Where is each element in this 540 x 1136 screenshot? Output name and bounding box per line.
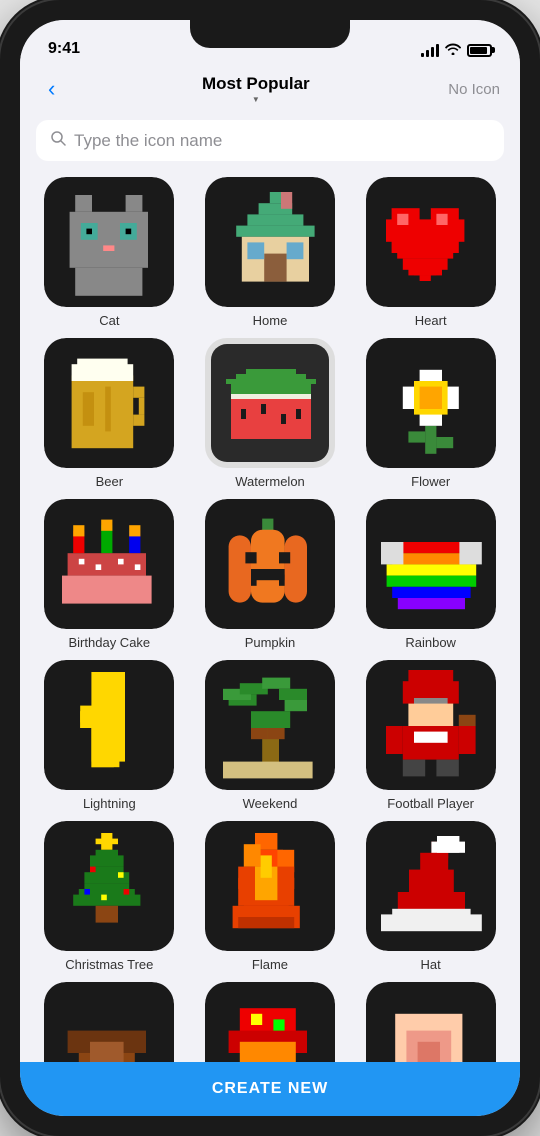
- icon-cell-christmas-tree[interactable]: Christmas Tree: [34, 821, 185, 972]
- icon-label-hat: Hat: [421, 957, 441, 972]
- icon-label-pumpkin: Pumpkin: [245, 635, 296, 650]
- icon-grid-scroll[interactable]: Cat: [20, 171, 520, 1062]
- wifi-icon: [445, 42, 461, 58]
- icon-label-cat: Cat: [99, 313, 119, 328]
- notch: [190, 20, 350, 48]
- chevron-down-icon: ▼: [252, 95, 260, 104]
- icon-label-weekend: Weekend: [243, 796, 298, 811]
- header-title: Most Popular ▼: [202, 74, 310, 104]
- search-input-placeholder: Type the icon name: [74, 131, 222, 151]
- icon-image-partial3: [366, 982, 496, 1062]
- icon-label-flower: Flower: [411, 474, 450, 489]
- icon-image-hat: [366, 821, 496, 951]
- icon-image-beer: [44, 338, 174, 468]
- header-title-text: Most Popular: [202, 74, 310, 94]
- icon-image-flame: [205, 821, 335, 951]
- icon-image-weekend: [205, 660, 335, 790]
- icon-cell-flower[interactable]: Flower: [355, 338, 506, 489]
- icon-cell-football-player[interactable]: Football Player: [355, 660, 506, 811]
- icon-label-heart: Heart: [415, 313, 447, 328]
- icon-cell-weekend[interactable]: Weekend: [195, 660, 346, 811]
- create-new-button[interactable]: CREATE NEW: [20, 1062, 520, 1116]
- icon-cell-home[interactable]: Home: [195, 177, 346, 328]
- phone-frame: 9:41: [0, 0, 540, 1136]
- signal-bars-icon: [421, 43, 439, 57]
- icon-cell-beer[interactable]: Beer: [34, 338, 185, 489]
- icon-image-home: [205, 177, 335, 307]
- no-icon-button[interactable]: No Icon: [448, 81, 500, 98]
- icon-image-flower: [366, 338, 496, 468]
- icon-label-lightning: Lightning: [83, 796, 136, 811]
- icon-image-cat: [44, 177, 174, 307]
- icon-image-heart: [366, 177, 496, 307]
- status-time: 9:41: [48, 40, 80, 58]
- icon-cell-partial2[interactable]: [195, 982, 346, 1062]
- icon-cell-heart[interactable]: Heart: [355, 177, 506, 328]
- icon-label-watermelon: Watermelon: [235, 474, 305, 489]
- status-icons: [421, 42, 492, 58]
- phone-screen: 9:41: [20, 20, 520, 1116]
- icon-cell-partial1[interactable]: [34, 982, 185, 1062]
- icon-label-beer: Beer: [96, 474, 123, 489]
- icon-image-watermelon: [205, 338, 335, 468]
- icon-image-lightning: [44, 660, 174, 790]
- icon-image-partial1: [44, 982, 174, 1062]
- icon-cell-birthday-cake[interactable]: Birthday Cake: [34, 499, 185, 650]
- search-icon: [50, 130, 66, 151]
- battery-icon: [467, 44, 492, 57]
- icon-image-birthday-cake: [44, 499, 174, 629]
- icon-image-pumpkin: [205, 499, 335, 629]
- icon-cell-lightning[interactable]: Lightning: [34, 660, 185, 811]
- icon-cell-pumpkin[interactable]: Pumpkin: [195, 499, 346, 650]
- icon-label-flame: Flame: [252, 957, 288, 972]
- back-button[interactable]: ‹: [40, 72, 63, 106]
- icon-label-home: Home: [253, 313, 288, 328]
- icon-label-birthday-cake: Birthday Cake: [69, 635, 151, 650]
- header: ‹ Most Popular ▼ No Icon: [20, 64, 520, 114]
- search-bar[interactable]: Type the icon name: [36, 120, 504, 161]
- icon-grid: Cat: [34, 177, 506, 1062]
- icon-image-partial2: [205, 982, 335, 1062]
- icon-label-rainbow: Rainbow: [405, 635, 456, 650]
- icon-cell-rainbow[interactable]: Rainbow: [355, 499, 506, 650]
- icon-image-football-player: [366, 660, 496, 790]
- icon-label-christmas-tree: Christmas Tree: [65, 957, 153, 972]
- icon-cell-flame[interactable]: Flame: [195, 821, 346, 972]
- icon-image-christmas-tree: [44, 821, 174, 951]
- icon-label-football-player: Football Player: [387, 796, 474, 811]
- icon-cell-cat[interactable]: Cat: [34, 177, 185, 328]
- icon-cell-hat[interactable]: Hat: [355, 821, 506, 972]
- icon-cell-partial3[interactable]: [355, 982, 506, 1062]
- icon-image-rainbow: [366, 499, 496, 629]
- icon-cell-watermelon[interactable]: Watermelon: [195, 338, 346, 489]
